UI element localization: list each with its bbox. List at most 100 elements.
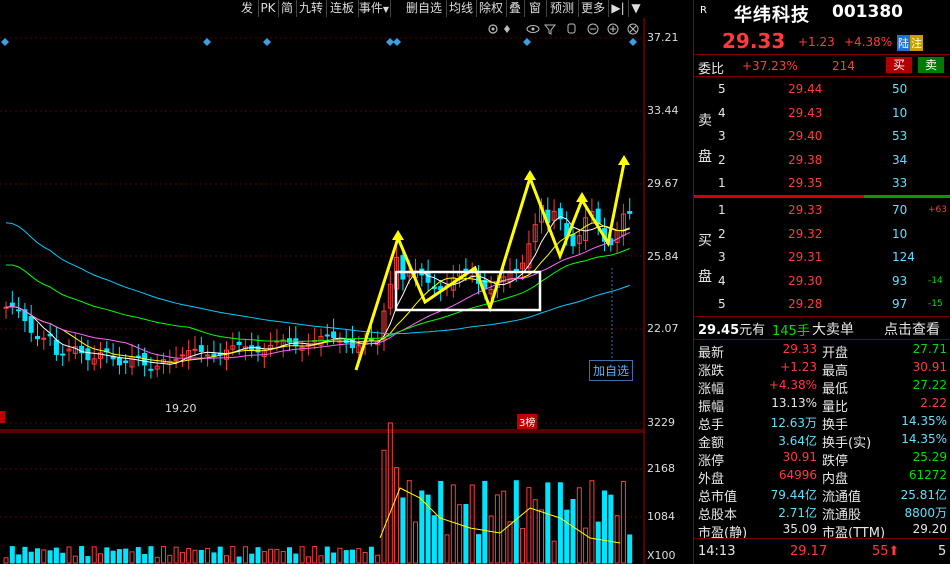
- stat-value: 30.91: [912, 360, 947, 374]
- buy_side-level-row[interactable]: 2 29.32 10: [694, 225, 950, 247]
- buy_side-level-row[interactable]: 1 29.33 70 +63: [694, 201, 950, 223]
- stat-value: 12.63万: [770, 416, 817, 430]
- toolbar-exright-button[interactable]: 除权: [476, 0, 507, 17]
- volume-bar: [614, 515, 620, 564]
- toolbar-forecast-button[interactable]: 预测: [546, 0, 579, 17]
- sell_side-level-row[interactable]: 1 29.35 33: [694, 174, 950, 196]
- volume-bar: [173, 546, 179, 564]
- market-badge: R: [700, 5, 707, 16]
- toolbar-events-button[interactable]: 事件▼: [358, 0, 391, 17]
- stat-value: 35.09: [782, 522, 817, 536]
- candle-body: [287, 338, 292, 343]
- volume-tick: 3229: [647, 416, 675, 429]
- level-price: 29.30: [788, 273, 823, 288]
- level-number: 4: [718, 105, 726, 120]
- volume-bar: [123, 548, 129, 564]
- volume-bar: [299, 546, 305, 564]
- toolbar-fa-button[interactable]: 发: [236, 0, 259, 17]
- candle-body: [368, 338, 374, 341]
- price-tick: 33.44: [647, 104, 679, 117]
- volume-bar: [154, 556, 160, 564]
- toolbar-pk-button[interactable]: PK: [258, 0, 279, 17]
- weibi-value: +37.23%: [742, 59, 798, 73]
- registration-badge: 注: [910, 35, 923, 51]
- buy-button[interactable]: 买: [886, 57, 912, 73]
- sell_side-level-row[interactable]: 4 29.43 10: [694, 104, 950, 126]
- kline-chart[interactable]: [0, 18, 693, 564]
- toolbar-jiuzhuan-button[interactable]: 九转: [296, 0, 327, 17]
- level-number: 3: [718, 129, 726, 143]
- divider: [694, 76, 950, 77]
- eye-icon[interactable]: [526, 25, 540, 33]
- stats-row: 外盘 64996 内盘 61272: [694, 467, 950, 487]
- gear-icon[interactable]: [488, 24, 498, 34]
- low-price-label: 19.20: [165, 402, 197, 415]
- last-price: 29.33: [722, 29, 786, 53]
- weicha-value: 214: [832, 59, 855, 73]
- plus-circle-icon[interactable]: [607, 23, 619, 35]
- volume-bar: [198, 549, 204, 564]
- sell_side-level-row[interactable]: 3 29.40 53: [694, 127, 950, 149]
- up-arrow-icon: ⬆: [888, 544, 900, 559]
- minus-circle-icon[interactable]: [587, 23, 599, 35]
- sell_side-level-row[interactable]: 5 29.44 50: [694, 80, 950, 102]
- candle-body: [192, 348, 198, 351]
- candle-body: [331, 331, 337, 339]
- stat-value: 13.13%: [771, 396, 817, 410]
- level-number: 1: [718, 176, 726, 190]
- stats-row: 金额 3.64亿 换手(实) 14.35%: [694, 431, 950, 451]
- ma-line: [5, 215, 630, 365]
- stats-row: 涨跌 +1.23 最高 30.91: [694, 359, 950, 379]
- volume-bar: [576, 487, 582, 564]
- toolbar-window-button[interactable]: 窗: [524, 0, 547, 17]
- volume-bar: [331, 552, 337, 564]
- board-marker[interactable]: 3榜: [517, 414, 538, 429]
- big-order-desc: 大卖单: [812, 322, 854, 338]
- toolbar-ma-button[interactable]: 均线: [446, 0, 477, 17]
- chart-grid: [0, 18, 645, 564]
- level-price: 29.40: [788, 129, 823, 143]
- volume-bar: [53, 547, 59, 564]
- buy_side-level-row[interactable]: 5 29.28 97 -15: [694, 295, 950, 317]
- toolbar-more-button[interactable]: 更多: [578, 0, 609, 17]
- buy-strength-bar: [864, 195, 950, 198]
- sell-button[interactable]: 卖: [918, 57, 944, 73]
- moving-average-lines: [5, 215, 630, 544]
- candle-body: [293, 338, 299, 347]
- volume-bar: [457, 504, 463, 564]
- filter-icon[interactable]: [543, 24, 557, 35]
- toolbar-lianban-button[interactable]: 连板: [326, 0, 359, 17]
- stat-value: 61272: [908, 468, 947, 482]
- volume-bar: [110, 550, 116, 564]
- volume-bar: [293, 553, 299, 564]
- toolbar-forward-icon[interactable]: ▶|: [608, 0, 629, 17]
- volume-bar: [513, 480, 519, 564]
- toolbar-remove-watchlist-button[interactable]: 删自选: [402, 0, 447, 17]
- toolbar-simple-button[interactable]: 简: [278, 0, 297, 17]
- toolbar-overlay-button[interactable]: 叠: [506, 0, 525, 17]
- volume-bar: [375, 554, 381, 564]
- volume-bar: [318, 555, 324, 564]
- sort-icon[interactable]: [504, 25, 510, 33]
- view-big-order-link[interactable]: 点击查看: [884, 319, 940, 339]
- stock-code: 001380: [832, 2, 903, 22]
- add-watchlist-button[interactable]: 加自选: [589, 360, 634, 381]
- volume-bar: [394, 467, 400, 564]
- buy_side-level-row[interactable]: 3 29.31 124: [694, 248, 950, 270]
- stat-value: 29.33: [782, 342, 817, 356]
- close-circle-icon[interactable]: [627, 23, 639, 35]
- big-order-price[interactable]: 29.45元有: [698, 319, 765, 338]
- volume-bar: [312, 546, 318, 564]
- stat-value: 27.71: [912, 342, 947, 356]
- hand-icon[interactable]: [567, 23, 576, 34]
- volume-bar: [539, 509, 544, 564]
- toolbar-dropdown-icon[interactable]: ▼: [628, 0, 644, 17]
- tick-time: 14:13: [698, 544, 736, 559]
- stats-row: 涨停 30.91 跌停 25.29: [694, 449, 950, 469]
- volume-bar: [356, 548, 362, 564]
- sell_side-level-row[interactable]: 2 29.38 34: [694, 151, 950, 173]
- level-price: 29.28: [788, 297, 823, 311]
- stat-value: +1.23: [780, 360, 817, 374]
- volume-bar: [205, 547, 211, 564]
- buy_side-level-row[interactable]: 4 29.30 93 -14: [694, 272, 950, 294]
